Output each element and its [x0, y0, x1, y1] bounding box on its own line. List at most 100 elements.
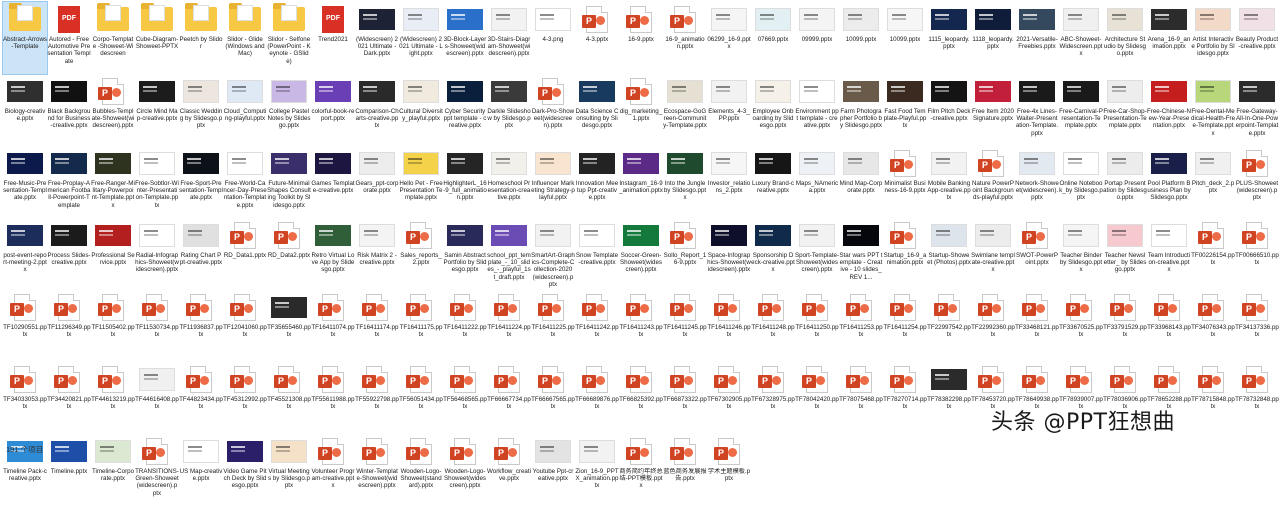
file-item[interactable]: P TF34420821.pptx [47, 362, 91, 434]
file-item[interactable]: P TF16411246.pptx [707, 290, 751, 362]
file-item[interactable]: Youtube Ppt-creative.pptx [531, 434, 575, 506]
file-item[interactable]: 3D-Stairs-Diagram-Showeet(widescreen).pp… [487, 2, 531, 74]
file-item[interactable]: Video Game Pitch Deck by Slidesgo.pptx [223, 434, 267, 506]
file-item[interactable]: Teacher Newsletter_ by Slidesgo.pptx [1103, 218, 1147, 290]
file-item[interactable]: TF78382298.pptx [927, 362, 971, 434]
file-item[interactable]: Free-Ranger-Military-Powerpoint-Template… [91, 146, 135, 218]
file-item[interactable]: 10099.pptx [883, 2, 927, 74]
file-item[interactable]: Rating Chart Ppt-creative.pptx [179, 218, 223, 290]
file-item[interactable]: HighlighterL_16-9_full_animation.pptx [443, 146, 487, 218]
file-item[interactable]: Free-Proplay-American Football-Powerpoin… [47, 146, 91, 218]
file-item[interactable]: Hello Pet - Free Presentation Template.p… [399, 146, 443, 218]
file-item[interactable]: Space-Infographics-Showeet(widescreen).p… [707, 218, 751, 290]
file-item[interactable]: Free-Carnival-Presentation-Template.pptx [1059, 74, 1103, 146]
file-item[interactable]: P TF34033053.pptx [3, 362, 47, 434]
file-item[interactable]: P 商务简约年终总结-PPT模板.pptx [619, 434, 663, 506]
file-item[interactable]: P Volunteer Program-creative.pptx [311, 434, 355, 506]
file-item[interactable]: P TF16411242.pptx [575, 290, 619, 362]
file-item[interactable]: Cyber Security ppt template - creative.p… [443, 74, 487, 146]
file-item[interactable]: Online Notebook_by Slidesgo.pptx [1059, 146, 1103, 218]
file-item[interactable]: Free-4x Lines-Waiter-Presentation-Templa… [1015, 74, 1059, 146]
file-item[interactable]: Snow Template-creative.pptx [575, 218, 619, 290]
file-item[interactable]: P 学术主题模板.pptx [707, 434, 751, 506]
file-item[interactable]: post-event-report-meeting-2.pptx [3, 218, 47, 290]
file-item[interactable]: Fast Food Template-Playful.pptx [883, 74, 927, 146]
file-item[interactable]: TF35655460.pptx [267, 290, 311, 362]
file-item[interactable]: Arena_16-9_animation.pptx [1147, 2, 1191, 74]
file-item[interactable]: Teacher Binder by Slidesgo.pptx [1059, 218, 1103, 290]
file-item[interactable]: P TF11505402.pptx [91, 290, 135, 362]
file-item[interactable]: SmartArt-Graphics-Complete-Collection-20… [531, 218, 575, 290]
file-item[interactable]: P Workflow_creative.pptx [487, 434, 531, 506]
file-item[interactable]: Mind Map-Corporate.pptx [839, 146, 883, 218]
file-item[interactable]: P PLUS-Showeet(widescreen).pptx [1235, 146, 1279, 218]
file-item[interactable]: Mobile Banking App-creative.pptx [927, 146, 971, 218]
file-item[interactable]: Free-Car-Shop-Presentation-Template.pptx [1103, 74, 1147, 146]
file-item[interactable]: Portap Presentation by Slidesgo.pptx [1103, 146, 1147, 218]
file-item[interactable]: P TF16411254.pptx [883, 290, 927, 362]
file-item[interactable]: Free-Chinese-New-Year-Presentation.pptx [1147, 74, 1191, 146]
file-item[interactable]: Employee Onboarding by Slidesgo.pptx [751, 74, 795, 146]
file-item[interactable]: P TF78715848.pptx [1191, 362, 1235, 434]
file-item[interactable]: Investor_relations_2.pptx [707, 146, 751, 218]
file-item[interactable]: Black Background for Business-creative.p… [47, 74, 91, 146]
file-item[interactable]: P 16-9_animation.pptx [663, 2, 707, 74]
file-item[interactable]: P Wooden-Logo-Showeet(standard).pptx [399, 434, 443, 506]
file-item[interactable]: P TF00226154.pptx [1191, 218, 1235, 290]
file-item[interactable]: (Widescreen) 2021 Ultimate - Light.pptx [399, 2, 443, 74]
file-item[interactable]: Process Slides-creative.pptx [47, 218, 91, 290]
file-item[interactable]: Free-Dental-Medical-Health-Free-Template… [1191, 74, 1235, 146]
file-item[interactable]: Data Science Consulting by Slidesgo.pptx [575, 74, 619, 146]
file-item[interactable]: school_ppt_template_-_10_slides_-_playfu… [487, 218, 531, 290]
file-item[interactable]: P TF16411243.pptx [619, 290, 663, 362]
file-item[interactable]: P Wooden-Logo-Showeet(widescreen).pptx [443, 434, 487, 506]
file-item[interactable]: Corpo-Template -Showeet-Widescreen [91, 2, 135, 74]
file-item[interactable]: PDF Autored - Free Automotive Presentatio… [47, 2, 91, 74]
file-item[interactable]: P TF33968143.pptx [1147, 290, 1191, 362]
file-item[interactable]: Homeschool Presentation-creative.pptx [487, 146, 531, 218]
file-item[interactable]: 1115_leopardy.pptx [927, 2, 971, 74]
file-item[interactable]: P Sales_reports_2.pptx [399, 218, 443, 290]
file-item[interactable]: P Nature PowerPoint Backgrounds-playful.p… [971, 146, 1015, 218]
file-item[interactable]: Games Template-creative.pptx [311, 146, 355, 218]
file-item[interactable]: ABC-Showeet-Widescreen.pptx [1059, 2, 1103, 74]
file-item[interactable]: 4-3.png [531, 2, 575, 74]
file-item[interactable]: Network-Showeet(widescreen).pptx [1015, 146, 1059, 218]
file-item[interactable]: Darkle Slideshow by Slidesgo.pptx [487, 74, 531, 146]
file-item[interactable]: P TF66873322.pptx [663, 362, 707, 434]
file-item[interactable]: P TF44613219.pptx [91, 362, 135, 434]
file-item[interactable]: Environment ppt template - creative.pptx [795, 74, 839, 146]
file-item[interactable]: Free-Music-Presentation-Template.pptx [3, 146, 47, 218]
file-item[interactable]: Future-Minimal Shapes Consulting Toolkit… [267, 146, 311, 218]
file-item[interactable]: P TF45312992.pptx [223, 362, 267, 434]
file-item[interactable]: Cultural Diversity_playful.pptx [399, 74, 443, 146]
file-item[interactable]: Startup-Showeet (Photos).pptx [927, 218, 971, 290]
file-item[interactable]: P Winter-Template-Showeet(widescreen).ppt… [355, 434, 399, 506]
file-item[interactable]: P TF55611988.pptx [311, 362, 355, 434]
file-item[interactable]: Artist Interactive Portfolio by Slidesgo… [1191, 2, 1235, 74]
file-item[interactable]: Virtual Meetings by Slidesgo.pptx [267, 434, 311, 506]
file-item[interactable]: Maps_NAmerica.pptx [795, 146, 839, 218]
file-item[interactable]: P 蓝色商务发展报告.pptx [663, 434, 707, 506]
file-item[interactable]: P Bubbles-Template-Showeet(widescreen).pp… [91, 74, 135, 146]
file-item[interactable]: Film Pitch Deck-creative.pptx [927, 74, 971, 146]
file-item[interactable]: Innovation Meetup Ppt-creative.pptx [575, 146, 619, 218]
file-item[interactable]: P TF16411225.pptx [531, 290, 575, 362]
file-item[interactable]: Risk Matrix 2 - creative.pptx [355, 218, 399, 290]
file-item[interactable]: Classic Wedding by Slidesgo.pptx [179, 74, 223, 146]
file-item[interactable]: Sport-Template-Showeet(widescreen).pptx [795, 218, 839, 290]
file-item[interactable]: Cube-Diagram-Showeet-PPTX [135, 2, 179, 74]
file-item[interactable]: Circle Mind Map-creative.pptx [135, 74, 179, 146]
file-item[interactable]: P TF33670525.pptx [1059, 290, 1103, 362]
file-item[interactable]: P TF78732848.pptx [1235, 362, 1279, 434]
file-item[interactable]: P 16-9.pptx [619, 2, 663, 74]
file-item[interactable]: Radial-Infographics-Showeet(widescreen).… [135, 218, 179, 290]
file-item[interactable]: P TF33791529.pptx [1103, 290, 1147, 362]
file-item[interactable]: P Startup_16-9_animation.pptx [883, 218, 927, 290]
file-item[interactable]: Into the Jungle by Slidesgo.pptx [663, 146, 707, 218]
file-item[interactable]: Influencer Marketing Strategy-playful.pp… [531, 146, 575, 218]
file-item[interactable]: Professional Service.pptx [91, 218, 135, 290]
file-item[interactable]: P TF66667565.pptx [531, 362, 575, 434]
file-item[interactable]: 3D-Block-Layers-Showeet(widescreen).pptx [443, 2, 487, 74]
file-item[interactable]: Free Item 2020 Signature.pptx [971, 74, 1015, 146]
